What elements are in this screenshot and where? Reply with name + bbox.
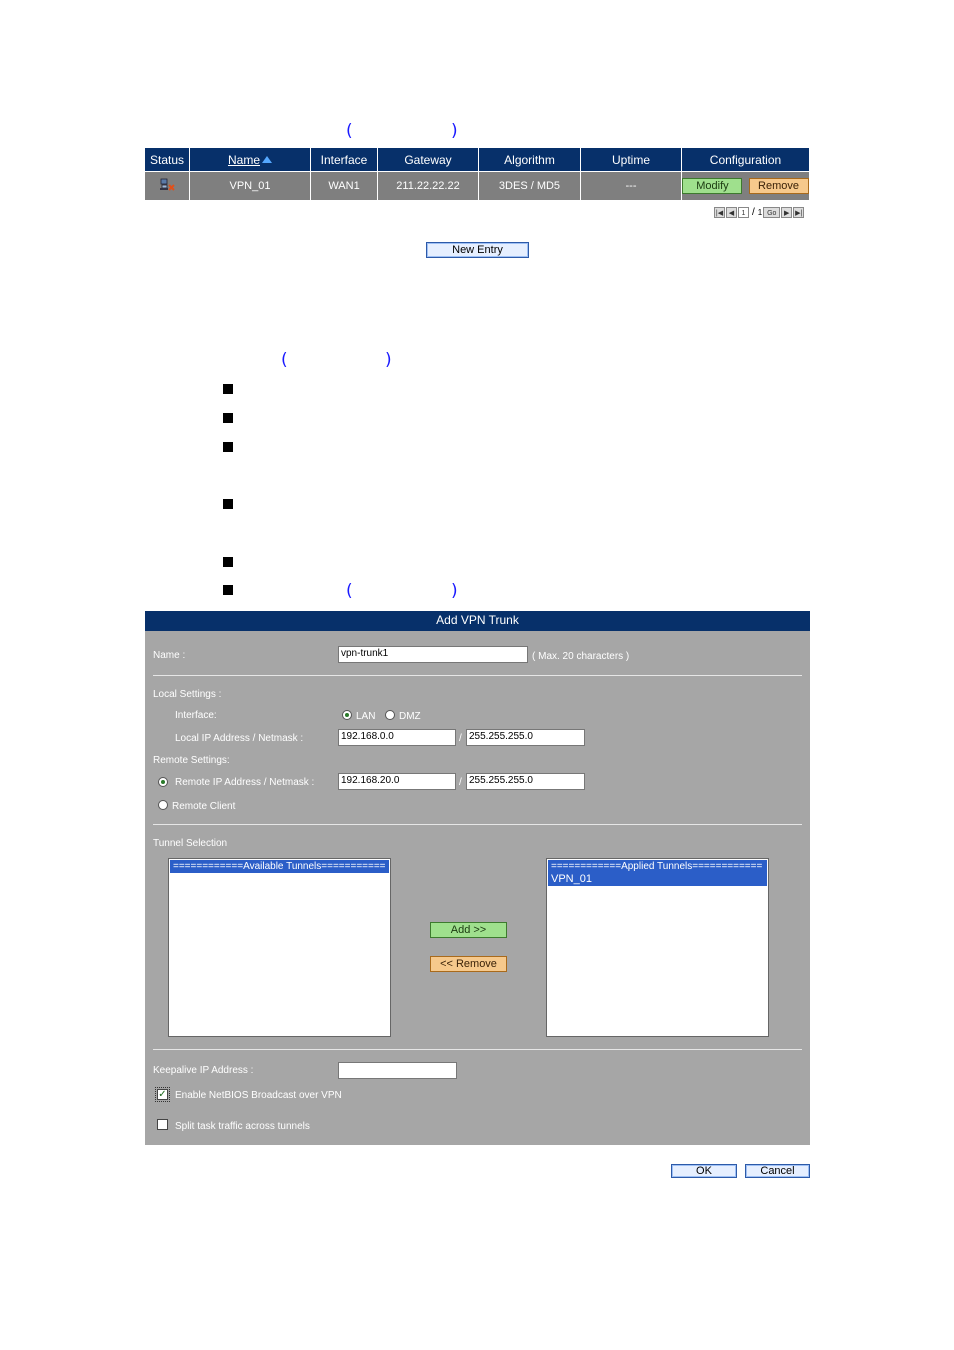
row-uptime: --- (580, 171, 682, 201)
remote-netmask-input[interactable]: 255.255.255.0 (466, 773, 585, 790)
page-total: 1 (757, 207, 763, 217)
vpn-disconnected-icon (160, 178, 175, 191)
paren-open: ( (281, 350, 288, 370)
bullet-icon (223, 413, 233, 423)
next-page-icon[interactable]: ▶ (781, 206, 793, 218)
table-header-row: Status Name Interface Gateway Algorithm … (144, 147, 810, 172)
last-page-icon[interactable]: ▶| (793, 206, 805, 218)
row-interface: WAN1 (310, 171, 378, 201)
cancel-button[interactable]: Cancel (745, 1164, 810, 1178)
local-settings-label: Local Settings : (153, 689, 222, 700)
lan-radio[interactable] (342, 710, 352, 720)
netbios-label: Enable NetBIOS Broadcast over VPN (175, 1090, 342, 1101)
divider (153, 1049, 802, 1050)
col-interface: Interface (310, 147, 378, 172)
vpn-tunnel-table: Status Name Interface Gateway Algorithm … (144, 147, 810, 201)
available-tunnels-header: ============Available Tunnels=========== (170, 860, 389, 873)
name-hint: ( Max. 20 characters ) (532, 651, 630, 662)
bullet-icon (223, 557, 233, 567)
paren-close: ) (451, 581, 458, 601)
paren-open: ( (346, 121, 353, 141)
row-name: VPN_01 (189, 171, 311, 201)
local-ip-label: Local IP Address / Netmask : (175, 733, 304, 744)
paren-close: ) (451, 121, 458, 141)
keepalive-label: Keepalive IP Address : (153, 1065, 254, 1076)
split-traffic-checkbox[interactable] (157, 1119, 168, 1130)
interface-label: Interface: (175, 710, 217, 721)
remove-button[interactable]: Remove (748, 178, 809, 194)
page-number-input[interactable]: 1 (738, 206, 749, 218)
keepalive-input[interactable] (338, 1062, 457, 1079)
remove-tunnel-button[interactable]: << Remove (430, 956, 507, 972)
new-entry-button[interactable]: New Entry (426, 242, 529, 258)
dmz-radio[interactable] (385, 710, 395, 720)
go-button[interactable]: Go (763, 206, 781, 218)
col-name[interactable]: Name (189, 147, 311, 172)
tunnel-selection-label: Tunnel Selection (153, 838, 228, 849)
col-status: Status (144, 147, 190, 172)
row-gateway: 211.22.22.22 (377, 171, 479, 201)
slash: / (459, 777, 462, 788)
page-separator: / (752, 206, 755, 218)
bullet-icon (223, 499, 233, 509)
add-tunnel-button[interactable]: Add >> (430, 922, 507, 938)
col-gateway: Gateway (377, 147, 479, 172)
remote-settings-label: Remote Settings: (153, 755, 230, 766)
name-input[interactable]: vpn-trunk1 (338, 646, 528, 663)
name-label: Name : (153, 650, 186, 661)
ok-button[interactable]: OK (671, 1164, 737, 1178)
table-row: VPN_01 WAN1 211.22.22.22 3DES / MD5 --- … (144, 171, 810, 201)
slash: / (459, 733, 462, 744)
pagination: |◀ ◀ 1 / 1 Go ▶ ▶| (714, 206, 805, 218)
local-ip-input[interactable]: 192.168.0.0 (338, 729, 456, 746)
split-traffic-label: Split task traffic across tunnels (175, 1121, 310, 1132)
remote-ip-radio[interactable] (158, 777, 168, 787)
lan-label: LAN (356, 711, 376, 722)
col-configuration: Configuration (681, 147, 810, 172)
modify-button[interactable]: Modify (682, 178, 743, 194)
col-uptime: Uptime (580, 147, 682, 172)
first-page-icon[interactable]: |◀ (714, 206, 725, 218)
divider (153, 824, 802, 825)
bullet-icon (223, 442, 233, 452)
row-algorithm: 3DES / MD5 (478, 171, 581, 201)
applied-tunnels-header: ============Applied Tunnels============ (548, 860, 767, 873)
sort-name-link[interactable]: Name (228, 153, 260, 167)
remote-client-radio[interactable] (158, 800, 168, 810)
add-vpn-trunk-panel: Add VPN Trunk Name : vpn-trunk1 ( Max. 2… (145, 611, 810, 1145)
remote-ip-label: Remote IP Address / Netmask : (175, 777, 315, 788)
netbios-checkbox[interactable]: ✓ (155, 1087, 170, 1102)
remote-ip-input[interactable]: 192.168.20.0 (338, 773, 456, 790)
paren-open: ( (346, 581, 353, 601)
bullet-icon (223, 384, 233, 394)
col-algorithm: Algorithm (478, 147, 581, 172)
remote-client-label: Remote Client (172, 801, 236, 812)
status-cell (144, 171, 190, 201)
applied-tunnels-list[interactable]: ============Applied Tunnels============ … (546, 858, 769, 1037)
local-netmask-input[interactable]: 255.255.255.0 (466, 729, 585, 746)
panel-title: Add VPN Trunk (145, 611, 810, 631)
dmz-label: DMZ (399, 711, 421, 722)
list-item[interactable]: VPN_01 (548, 873, 767, 886)
divider (153, 675, 802, 676)
bullet-icon (223, 585, 233, 595)
row-configuration: Modify Remove (681, 171, 810, 201)
available-tunnels-list[interactable]: ============Available Tunnels=========== (168, 858, 391, 1037)
paren-close: ) (385, 350, 392, 370)
sort-ascending-icon (262, 155, 272, 163)
prev-page-icon[interactable]: ◀ (726, 206, 737, 218)
